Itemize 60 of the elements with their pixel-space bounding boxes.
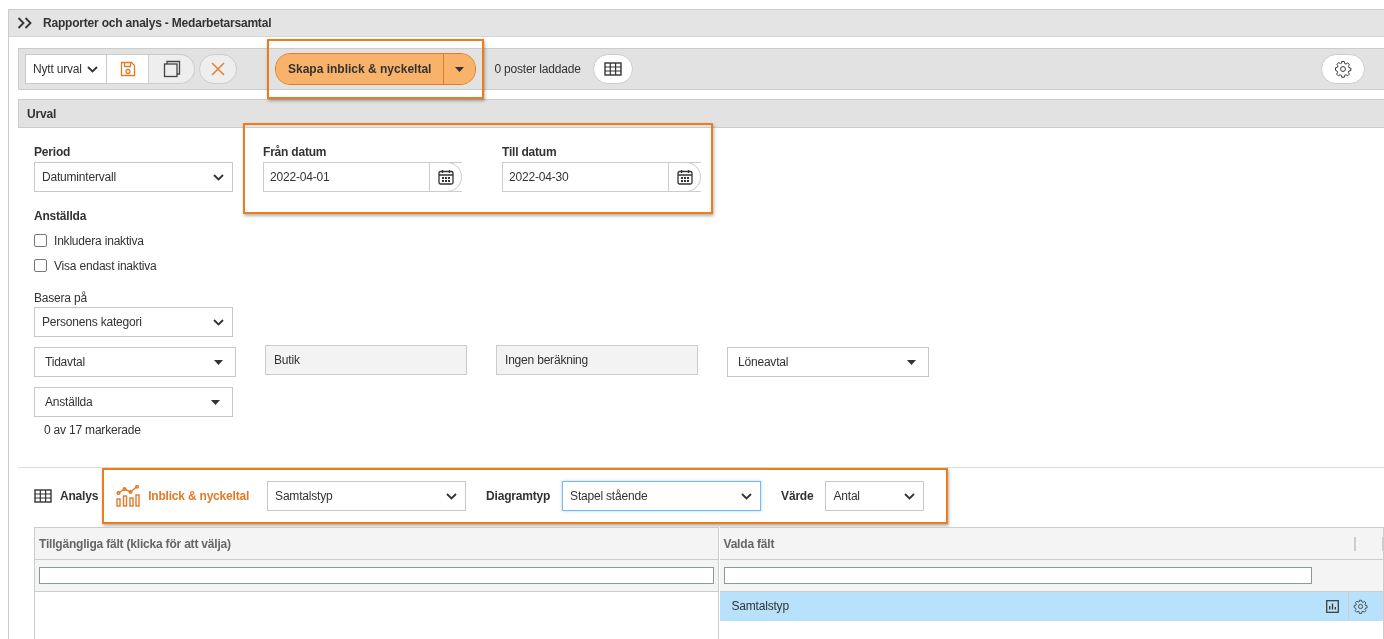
dropdown[interactable]: Löneavtal <box>727 347 929 377</box>
tab[interactable]: Analys <box>34 489 99 503</box>
dropdown[interactable]: Tidavtal <box>34 347 236 377</box>
chevron-down-icon <box>213 318 224 326</box>
readonly-field: Butik <box>265 345 467 375</box>
status-text: 0 poster laddade <box>494 62 581 76</box>
date-field[interactable]: 2022-04-30 <box>502 162 701 192</box>
caret-down-icon <box>907 359 916 365</box>
chevron-down-icon <box>87 65 98 73</box>
double-chevron-right-icon[interactable] <box>17 17 33 29</box>
chevron-down-icon <box>213 173 224 181</box>
page-title: Rapporter och analys - Medarbetarsamtal <box>43 16 272 30</box>
section-title: Urval <box>27 106 57 121</box>
caret-down-icon <box>455 66 465 72</box>
caret-down-icon <box>211 399 220 405</box>
chevron-down-icon <box>446 492 458 500</box>
bar-chart-icon <box>1326 599 1339 613</box>
calendar-icon <box>437 169 454 185</box>
settings-icon <box>1334 60 1352 78</box>
chevron-down-icon <box>904 492 916 500</box>
field-label: Basera på <box>34 291 88 305</box>
column-header: Valda fält <box>723 536 776 551</box>
line-bar-chart-icon <box>116 485 141 507</box>
chevron-down-icon <box>741 492 753 500</box>
employees-dropdown[interactable]: Anställda <box>34 387 233 417</box>
settings-button[interactable] <box>1321 54 1365 84</box>
calendar-icon <box>676 169 693 185</box>
selection-count: 0 av 17 markerade <box>44 423 142 437</box>
selection-dropdown[interactable]: Nytt urval <box>25 54 107 84</box>
column-header: Tillgängliga fält (klicka för att välja) <box>39 536 231 551</box>
checkbox[interactable] <box>34 259 47 272</box>
readonly-field: Ingen beräkning <box>496 345 698 375</box>
table-icon <box>603 62 622 76</box>
filter-input[interactable] <box>39 567 714 584</box>
caret-down-icon <box>214 359 223 365</box>
field-label: Från datum <box>263 145 328 159</box>
checkbox[interactable] <box>34 234 47 247</box>
table-view-button[interactable] <box>592 54 633 84</box>
checkbox-label: Inkludera inaktiva <box>54 233 144 248</box>
value-dropdown[interactable]: Antal <box>825 481 925 511</box>
chart-type-dropdown[interactable]: Stapel stående <box>562 481 762 511</box>
field-label: Diagramtyp <box>486 489 551 503</box>
field-label: Period <box>34 145 72 159</box>
copy-icon <box>162 60 181 78</box>
section-label: Anställda <box>34 209 88 223</box>
base-dropdown[interactable]: Personens kategori <box>34 307 233 337</box>
filter-input[interactable] <box>723 567 1312 584</box>
date-field[interactable]: 2022-04-01 <box>263 162 462 192</box>
field-dropdown[interactable]: Samtalstyp <box>267 481 467 511</box>
dropdown-toggle-button[interactable] <box>443 54 476 84</box>
field-label: Till datum <box>502 145 558 159</box>
copy-button[interactable] <box>149 54 195 84</box>
list-row[interactable]: Samtalstyp <box>719 592 1383 621</box>
period-dropdown[interactable]: Datumintervall <box>34 162 233 192</box>
field-label: Värde <box>781 489 814 503</box>
close-icon <box>211 62 225 76</box>
table-icon <box>34 489 52 503</box>
checkbox-label: Visa endast inaktiva <box>54 258 157 273</box>
settings-icon <box>1353 598 1368 614</box>
delete-button[interactable] <box>199 54 237 84</box>
